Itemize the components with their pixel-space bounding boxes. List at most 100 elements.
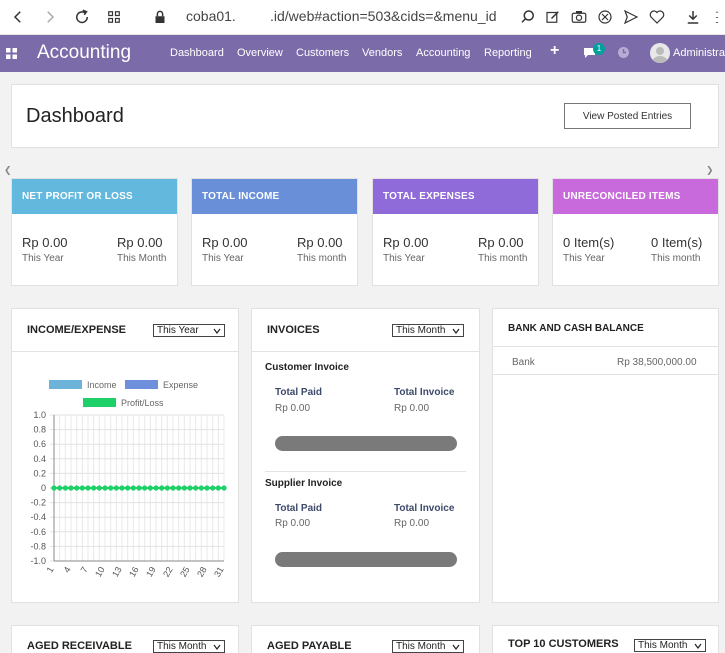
nav-overview[interactable]: Overview [237,47,283,59]
card-divider [493,346,718,347]
data-point [204,485,210,491]
data-point [159,485,165,491]
block-icon[interactable] [593,5,617,29]
view-posted-entries-button[interactable]: View Posted Entries [564,103,691,129]
kpi-month-value: 0 Item(s) [651,235,703,250]
data-point [176,485,182,491]
quick-create-button[interactable]: + [550,42,559,60]
kpi-year-label: This Year [383,253,425,264]
apps-menu-icon[interactable] [6,48,17,59]
y-tick-label: -0.6 [30,527,46,537]
aged-payable-filter[interactable]: This Month [392,640,464,653]
customer-total-paid-value: Rp 0.00 [275,403,311,414]
data-point [181,485,187,491]
legend-swatch [49,380,82,389]
customer-invoice-progress [275,436,457,451]
kpi-year-value: Rp 0.00 [22,235,68,250]
data-point [119,485,125,491]
kpi-month-value: Rp 0.00 [297,235,343,250]
data-point [57,485,63,491]
aged-receivable-card: AGED RECEIVABLE This Month [11,625,239,653]
y-tick-label: 0 [41,483,46,493]
heart-icon[interactable] [645,5,669,29]
scroll-left-icon[interactable]: ❮ [4,165,12,176]
tab-grid-icon[interactable] [102,5,126,29]
supplier-total-invoice-label: Total Invoice [394,503,455,514]
download-icon[interactable] [681,5,705,29]
url-host[interactable]: coba01. [186,8,236,24]
section-divider [265,471,466,472]
kpi-month-label: This month [478,253,528,264]
aged-receivable-title: AGED RECEIVABLE [27,640,132,652]
aged-receivable-filter[interactable]: This Month [153,640,225,653]
data-point [74,485,80,491]
data-point [164,485,170,491]
nav-customers[interactable]: Customers [296,47,349,59]
x-tick-label: 16 [127,565,141,579]
app-title[interactable]: Accounting [37,42,131,64]
back-icon[interactable] [6,5,30,29]
kpi-month-label: This month [297,253,347,264]
nav-reporting[interactable]: Reporting [484,47,532,59]
bank-account-name[interactable]: Bank [512,357,535,368]
x-tick-label: 31 [212,565,226,579]
kpi-year-label: This Year [22,253,64,264]
clock-icon[interactable] [617,46,630,59]
y-tick-label: 1.0 [33,410,46,420]
top-customers-filter[interactable]: This Month [634,639,706,652]
data-point [68,485,74,491]
data-point [102,485,108,491]
supplier-total-paid-value: Rp 0.00 [275,518,311,529]
nav-accounting[interactable]: Accounting [416,47,470,59]
customer-total-invoice-value: Rp 0.00 [394,403,430,414]
data-point [96,485,102,491]
kpi-total-income: TOTAL INCOME Rp 0.00 This Year Rp 0.00 T… [191,178,358,286]
kpi-month-label: This Month [117,253,167,264]
browser-toolbar: coba01. .id/web#action=503&cids=&menu_id [0,0,725,35]
forward-icon[interactable] [38,5,62,29]
send-icon[interactable] [619,5,643,29]
income-expense-chart: Income Expense Profit/Loss 1.0 0.8 0.6 0.4 0.2 0… [30,380,227,579]
scroll-right-icon[interactable]: ❯ [706,165,714,176]
income-expense-card: INCOME/EXPENSE This Year Income Expense Pr… [11,308,239,603]
data-point [198,485,204,491]
data-point [221,485,227,491]
kpi-total-expenses: TOTAL EXPENSES Rp 0.00 This Year Rp 0.00… [372,178,539,286]
aged-payable-card: AGED PAYABLE This Month [251,625,480,653]
data-point [108,485,114,491]
y-tick-label: 0.4 [33,454,46,464]
x-tick-label: 7 [79,565,90,574]
camera-icon[interactable] [567,5,591,29]
page-title: Dashboard [26,105,124,127]
search-icon[interactable] [516,5,540,29]
legend-swatch [83,398,116,407]
data-point [136,485,142,491]
bank-account-balance: Rp 38,500,000.00 [617,357,697,368]
lock-icon[interactable] [148,5,172,29]
y-tick-label: -1.0 [30,556,46,566]
supplier-invoice-progress [275,552,457,567]
edit-page-icon[interactable] [541,5,565,29]
data-point [215,485,221,491]
invoices-filter[interactable]: This Month [392,324,464,337]
x-tick-label: 13 [110,565,124,579]
app-navbar: Accounting Dashboard Overview Customers … [0,35,725,72]
kpi-net-profit: NET PROFIT OR LOSS Rp 0.00 This Year Rp … [11,178,178,286]
invoices-filter-value: This Month [396,325,446,336]
chevron-down-icon [452,644,460,650]
data-point [147,485,153,491]
reload-icon[interactable] [70,5,94,29]
kpi-year-value: 0 Item(s) [563,235,615,250]
x-tick-label: 1 [45,565,56,574]
customer-total-invoice-label: Total Invoice [394,387,455,398]
nav-vendors[interactable]: Vendors [362,47,402,59]
nav-dashboard[interactable]: Dashboard [170,47,224,59]
kpi-title: NET PROFIT OR LOSS [12,179,177,214]
data-point [62,485,68,491]
top-customers-filter-value: This Month [638,640,688,651]
user-menu[interactable]: Administrator [673,47,725,59]
avatar[interactable] [650,43,670,63]
url-path[interactable]: .id/web#action=503&cids=&menu_id [270,8,497,24]
legend-swatch [125,380,158,389]
menu-dots-icon[interactable] [705,5,725,29]
